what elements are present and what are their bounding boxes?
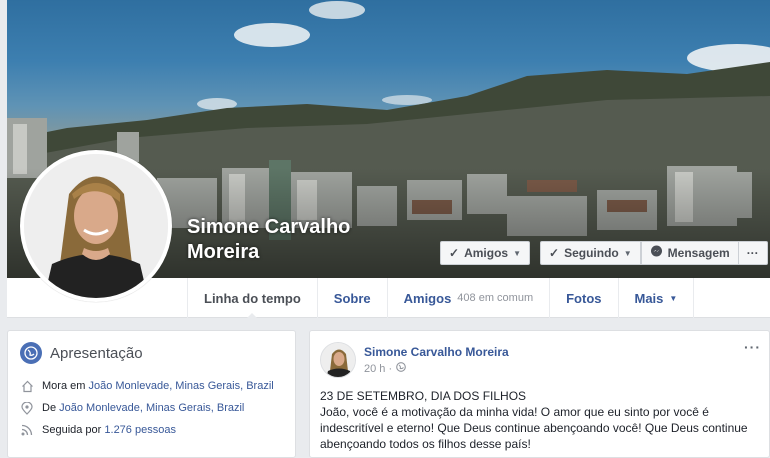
tab-about[interactable]: Sobre	[318, 278, 388, 318]
home-icon	[20, 379, 34, 393]
post-text-message: João, você é a motivação da minha vida! …	[320, 405, 748, 451]
post-timestamp[interactable]: 20 h ·	[364, 363, 392, 375]
message-button-label: Mensagem	[667, 246, 730, 260]
friends-button[interactable]: ✓ Amigos ▼	[440, 241, 530, 265]
avatar	[24, 154, 168, 298]
message-button[interactable]: Mensagem	[640, 241, 739, 265]
mutual-friends-count: 408 em comum	[457, 292, 534, 304]
from-link[interactable]: João Monlevade, Minas Gerais, Brazil	[59, 402, 244, 414]
post-author-avatar[interactable]	[320, 342, 356, 378]
tab-more-label: Mais	[634, 290, 664, 306]
tab-photos[interactable]: Fotos	[550, 278, 619, 318]
more-options-button[interactable]: ···	[738, 241, 768, 265]
tab-timeline-label: Linha do tempo	[204, 290, 301, 306]
follow-message-group: ✓ Seguindo ▼ Mensagem ···	[540, 241, 768, 265]
followers-prefix: Seguida por	[42, 424, 102, 436]
caret-down-icon: ▼	[623, 248, 632, 258]
profile-tabs: Linha do tempo Sobre Amigos 408 em comum…	[187, 278, 695, 319]
intro-title: Apresentação	[50, 344, 143, 362]
following-button[interactable]: ✓ Seguindo ▼	[540, 241, 641, 265]
intro-followers: Seguida por 1.276 pessoas	[8, 419, 295, 441]
cover-actions: ✓ Amigos ▼ ✓ Seguindo ▼ Mensagem ···	[440, 241, 768, 265]
globe-icon	[20, 342, 42, 364]
caret-down-icon: ▼	[669, 293, 678, 303]
tab-more[interactable]: Mais ▼	[619, 278, 695, 318]
more-options-icon: ···	[746, 246, 759, 260]
tab-about-label: Sobre	[333, 290, 371, 306]
tab-photos-label: Fotos	[566, 290, 602, 306]
tab-friends-label: Amigos	[403, 290, 452, 306]
check-icon: ✓	[549, 246, 560, 260]
lives-in-prefix: Mora em	[42, 380, 86, 392]
intro-lives-in: Mora em João Monlevade, Minas Gerais, Br…	[8, 375, 295, 397]
intro-header: Apresentação	[8, 331, 295, 375]
profile-name[interactable]: Simone Carvalho Moreira	[187, 215, 407, 265]
public-globe-icon	[396, 362, 406, 375]
post-meta: 20 h ·	[364, 362, 406, 375]
intro-from: De João Monlevade, Minas Gerais, Brazil	[8, 397, 295, 419]
profile-picture[interactable]	[20, 150, 172, 302]
post-author-name[interactable]: Simone Carvalho Moreira	[364, 345, 509, 359]
friends-button-label: Amigos	[464, 246, 509, 260]
intro-card: Apresentação Mora em João Monlevade, Min…	[7, 330, 296, 458]
rss-icon	[20, 423, 34, 437]
location-pin-icon	[20, 401, 34, 415]
post-options-icon[interactable]: ···	[744, 339, 761, 355]
from-prefix: De	[42, 402, 57, 414]
check-icon: ✓	[449, 246, 460, 260]
tab-timeline[interactable]: Linha do tempo	[187, 278, 318, 319]
following-button-label: Seguindo	[564, 246, 619, 260]
lives-in-link[interactable]: João Monlevade, Minas Gerais, Brazil	[88, 380, 273, 392]
post-card: Simone Carvalho Moreira 20 h · ··· 23 DE…	[309, 330, 770, 458]
post-body: 23 DE SETEMBRO, DIA DOS FILHOS João, voc…	[320, 388, 760, 452]
avatar-portrait	[24, 154, 168, 298]
messenger-icon	[650, 245, 663, 261]
followers-link[interactable]: 1.276 pessoas	[104, 424, 176, 436]
tab-friends[interactable]: Amigos 408 em comum	[388, 278, 551, 318]
caret-down-icon: ▼	[513, 248, 521, 258]
post-text-title: 23 DE SETEMBRO, DIA DOS FILHOS	[320, 389, 527, 403]
